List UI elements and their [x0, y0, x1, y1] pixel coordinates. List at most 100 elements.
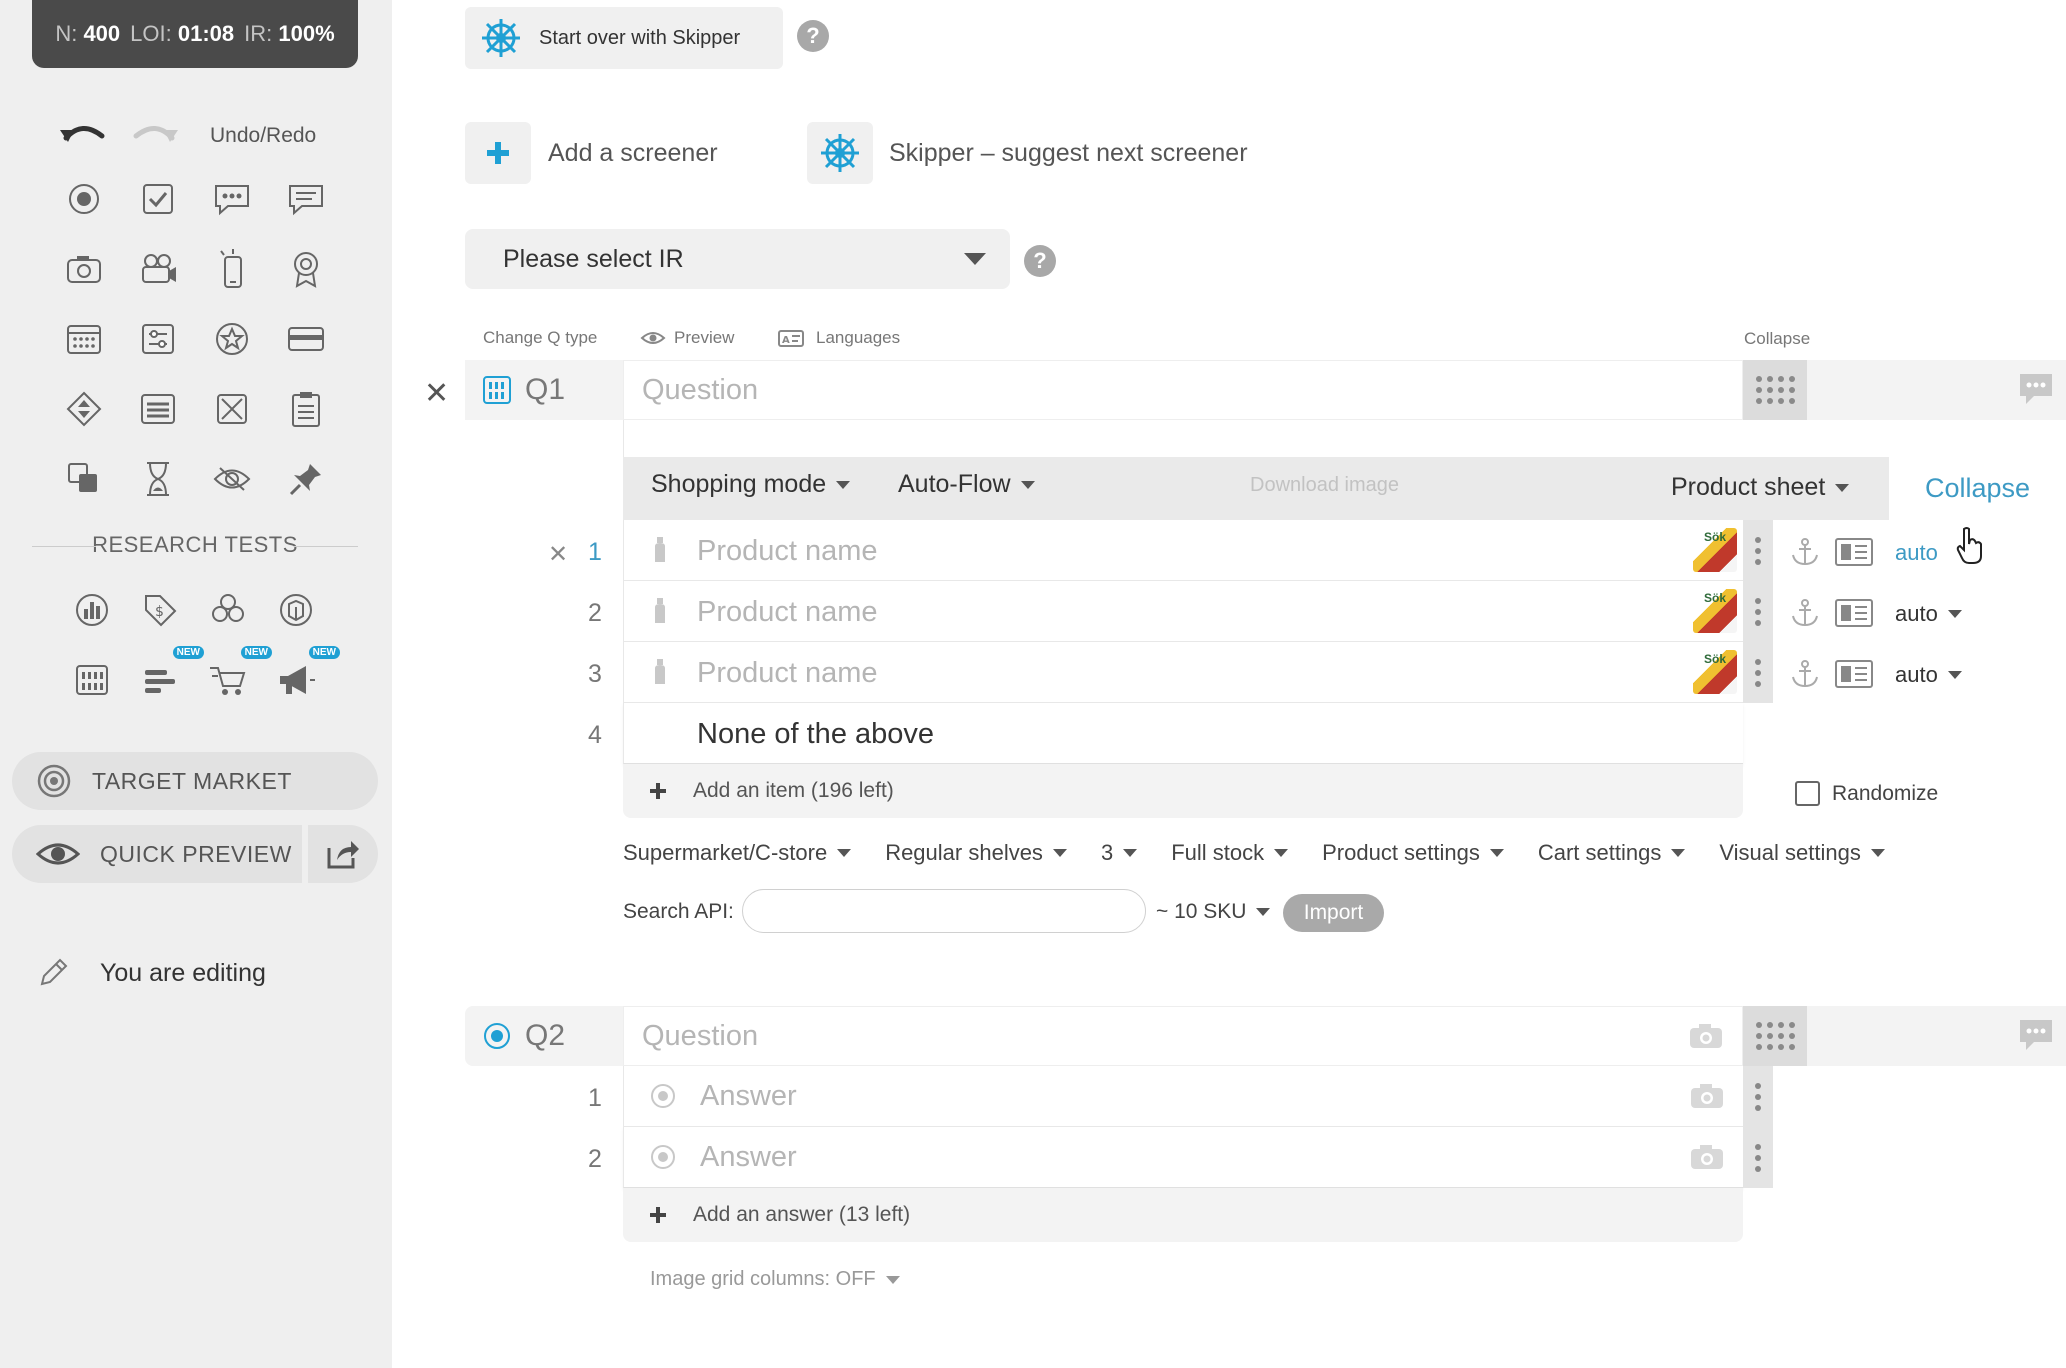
auto-dropdown[interactable]: auto [1895, 662, 1962, 688]
open-ended-icon[interactable] [208, 175, 256, 223]
camera-icon[interactable] [1688, 1022, 1724, 1050]
matrix-icon[interactable] [208, 385, 256, 433]
price-tag-icon[interactable]: $ [136, 586, 184, 634]
store-type-dropdown[interactable]: Supermarket/C-store [623, 840, 852, 866]
row-menu-icon[interactable] [1743, 520, 1773, 581]
share-button[interactable] [308, 825, 378, 883]
clipboard-icon[interactable] [282, 385, 330, 433]
drag-handle-icon[interactable] [1743, 360, 1807, 420]
product-sheet-icon[interactable] [1835, 538, 1873, 571]
anchor-icon[interactable] [1790, 659, 1820, 694]
pin-icon[interactable] [282, 455, 330, 503]
redo-icon[interactable] [130, 118, 180, 153]
add-screener-button[interactable] [465, 122, 531, 184]
shelf-count-dropdown[interactable]: 3 [1101, 840, 1138, 866]
comment-icon[interactable] [2018, 372, 2054, 411]
answer-input[interactable]: Answer [700, 1141, 797, 1174]
drag-handle-icon[interactable] [1743, 1006, 1807, 1066]
start-over-skipper-button[interactable]: Start over with Skipper [465, 7, 783, 69]
bar-chart-icon[interactable] [68, 586, 116, 634]
shelf-test-icon[interactable] [68, 656, 116, 704]
delete-item-icon[interactable]: ✕ [548, 540, 568, 569]
add-answer-button[interactable]: Add an answer (13 left) [623, 1188, 1743, 1242]
cart-settings-dropdown[interactable]: Cart settings [1538, 840, 1686, 866]
undo-icon[interactable] [58, 118, 108, 153]
package-test-icon[interactable] [272, 586, 320, 634]
product-thumbnail[interactable]: Sök [1693, 589, 1737, 633]
camera-icon[interactable] [1689, 1082, 1725, 1110]
skipper-suggest-button[interactable] [807, 122, 873, 184]
preview-link[interactable]: Preview [640, 328, 734, 348]
product-name-input[interactable]: Product name [697, 596, 878, 629]
multiple-choice-icon[interactable] [134, 175, 182, 223]
duplicate-icon[interactable] [60, 455, 108, 503]
sku-count-dropdown[interactable]: ~ 10 SKU [1156, 900, 1271, 924]
add-item-button[interactable]: Add an item (196 left) [623, 764, 1743, 818]
help-icon[interactable]: ? [797, 20, 829, 52]
none-of-above-text[interactable]: None of the above [697, 718, 934, 751]
product-thumbnail[interactable]: Sök [1693, 528, 1737, 572]
card-stack-icon[interactable] [282, 315, 330, 363]
row-menu-icon[interactable] [1743, 581, 1773, 642]
visual-settings-dropdown[interactable]: Visual settings [1719, 840, 1885, 866]
photo-icon[interactable] [60, 245, 108, 293]
single-choice-type-icon[interactable] [482, 1021, 512, 1056]
product-sheet-icon[interactable] [1835, 660, 1873, 693]
product-sheet-icon[interactable] [1835, 599, 1873, 632]
answer-input[interactable]: Answer [700, 1080, 797, 1113]
mobile-icon[interactable] [208, 245, 256, 293]
ir-select[interactable]: Please select IR [465, 229, 1010, 289]
collapse-link[interactable]: Collapse [1744, 329, 1810, 349]
row-menu-icon[interactable] [1743, 1127, 1773, 1188]
target-icon [37, 764, 71, 798]
ad-test-icon[interactable]: NEW [136, 646, 204, 704]
product-settings-dropdown[interactable]: Product settings [1322, 840, 1504, 866]
star-rating-icon[interactable] [208, 315, 256, 363]
auto-flow-dropdown[interactable]: Auto-Flow [898, 470, 1035, 499]
eye-tracking-icon[interactable] [208, 455, 256, 503]
product-thumbnail[interactable]: Sök [1693, 650, 1737, 694]
anchor-icon[interactable] [1790, 598, 1820, 633]
change-q-type-link[interactable]: Change Q type [483, 328, 597, 348]
row-menu-icon[interactable] [1743, 1066, 1773, 1127]
ranking-icon[interactable] [60, 385, 108, 433]
image-grid-dropdown[interactable]: Image grid columns: OFF [650, 1268, 900, 1291]
collapse-button[interactable]: Collapse [1889, 457, 2066, 520]
languages-link[interactable]: A Languages [778, 328, 900, 348]
camera-icon[interactable] [1689, 1143, 1725, 1171]
shelf-type-dropdown[interactable]: Regular shelves [885, 840, 1067, 866]
calendar-grid-icon[interactable] [60, 315, 108, 363]
row-menu-icon[interactable] [1743, 642, 1773, 703]
auto-dropdown[interactable]: auto [1895, 540, 1938, 566]
import-button[interactable]: Import [1283, 894, 1384, 932]
shopping-mode-dropdown[interactable]: Shopping mode [651, 470, 851, 499]
delete-question-icon[interactable]: ✕ [424, 376, 449, 411]
search-api-input[interactable] [742, 889, 1146, 933]
target-market-button[interactable]: TARGET MARKET [12, 752, 378, 810]
megaphone-icon[interactable]: NEW [272, 646, 340, 704]
quick-preview-button[interactable]: QUICK PREVIEW [12, 825, 302, 883]
q1-question-input[interactable]: Question [623, 360, 1743, 420]
auto-dropdown[interactable]: auto [1895, 601, 1962, 627]
q2-question-input[interactable]: Question [623, 1006, 1743, 1066]
randomize-checkbox[interactable]: Randomize [1795, 781, 1938, 806]
comment-icon[interactable] [2018, 1018, 2054, 1057]
text-answer-icon[interactable] [282, 175, 330, 223]
list-rows-icon[interactable] [134, 385, 182, 433]
anchor-icon[interactable] [1790, 537, 1820, 572]
product-name-input[interactable]: Product name [697, 535, 878, 568]
product-sheet-dropdown[interactable]: Product sheet [1671, 473, 1850, 502]
video-icon[interactable] [134, 245, 182, 293]
shopping-cart-icon[interactable]: NEW [204, 646, 272, 704]
skipper-suggest-label[interactable]: Skipper – suggest next screener [889, 139, 1248, 168]
concept-test-icon[interactable] [204, 586, 252, 634]
stock-dropdown[interactable]: Full stock [1171, 840, 1289, 866]
add-screener-label[interactable]: Add a screener [548, 139, 718, 168]
slider-settings-icon[interactable] [134, 315, 182, 363]
award-icon[interactable] [282, 245, 330, 293]
single-choice-icon[interactable] [60, 175, 108, 223]
product-name-input[interactable]: Product name [697, 657, 878, 690]
shelf-question-type-icon[interactable] [482, 375, 512, 410]
timer-icon[interactable] [134, 455, 182, 503]
help-icon[interactable]: ? [1024, 245, 1056, 277]
